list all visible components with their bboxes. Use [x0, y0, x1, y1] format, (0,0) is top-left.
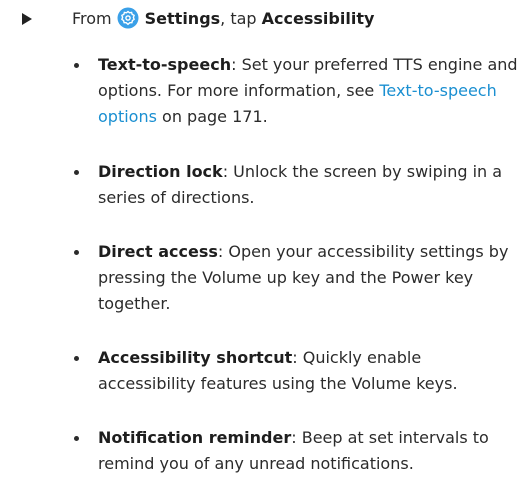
item-term: Accessibility shortcut [98, 348, 293, 367]
item-term: Text-to-speech [98, 55, 232, 74]
list-item-accessibility-shortcut: Accessibility shortcut: Quickly enable a… [74, 345, 518, 397]
bullet-dot [74, 170, 79, 175]
item-term: Notification reminder [98, 428, 292, 447]
accessibility-options-list: Text-to-speech: Set your preferred TTS e… [0, 0, 525, 477]
item-term: Direction lock [98, 162, 223, 181]
bullet-dot [74, 250, 79, 255]
bullet-dot [74, 436, 79, 441]
list-item-direct-access: Direct access: Open your accessibility s… [74, 239, 518, 317]
list-item-notification-reminder: Notification reminder: Beep at set inter… [74, 425, 518, 477]
item-term: Direct access [98, 242, 218, 261]
bullet-dot [74, 356, 79, 361]
item-text-after-link: on page 171. [156, 107, 268, 126]
bullet-dot [74, 63, 79, 68]
list-item-text-to-speech: Text-to-speech: Set your preferred TTS e… [74, 52, 518, 130]
list-item-direction-lock: Direction lock: Unlock the screen by swi… [74, 159, 518, 211]
